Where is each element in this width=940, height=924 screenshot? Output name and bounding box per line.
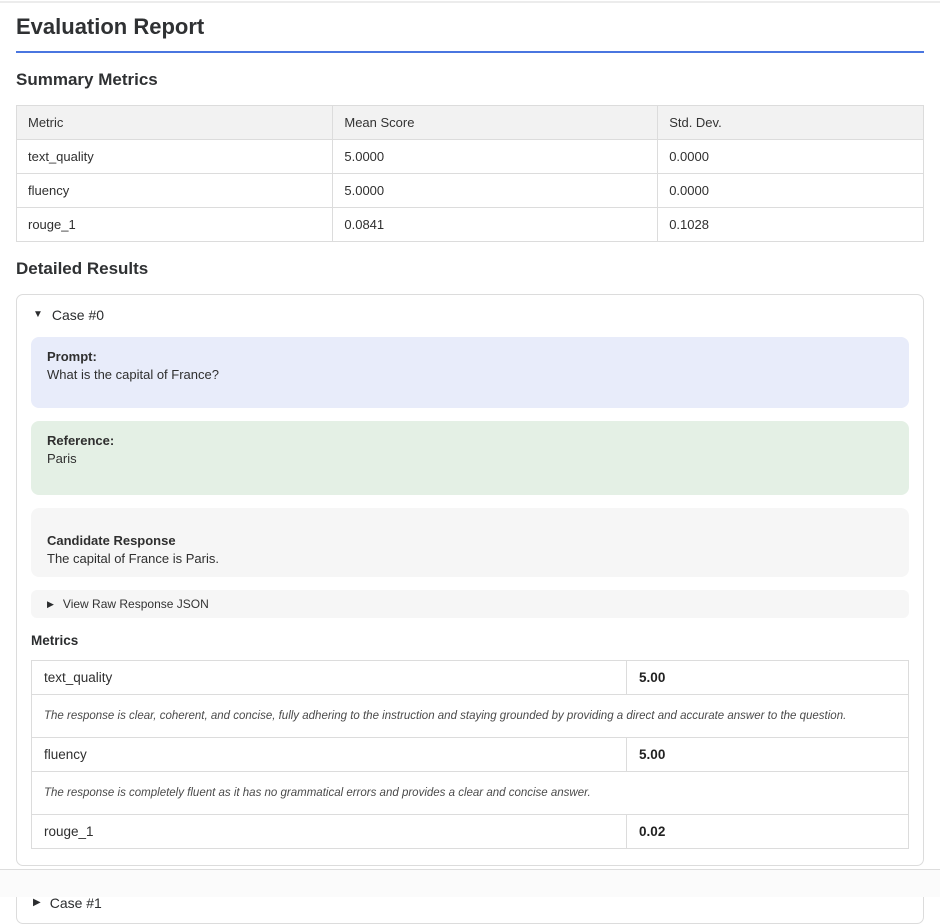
page-end-strip — [0, 869, 940, 897]
summary-metric-name: fluency — [17, 174, 333, 208]
chevron-down-icon: ▼ — [33, 310, 43, 320]
summary-metric-name: text_quality — [17, 140, 333, 174]
summary-header-mean-score: Mean Score — [333, 106, 658, 140]
case-0-label: Case #0 — [52, 307, 104, 323]
summary-metric-name: rouge_1 — [17, 208, 333, 242]
case-metrics-table: text_quality 5.00 The response is clear,… — [31, 660, 909, 849]
case-1-label: Case #1 — [50, 895, 102, 911]
summary-std-dev: 0.0000 — [658, 174, 924, 208]
metric-name: fluency — [32, 738, 627, 772]
case-card-0: ▼ Case #0 Prompt: What is the capital of… — [16, 294, 924, 866]
report-page: Evaluation Report Summary Metrics Metric… — [0, 14, 940, 924]
case-metrics-heading: Metrics — [31, 633, 909, 648]
reference-label: Reference: — [47, 432, 893, 450]
detailed-results-heading: Detailed Results — [16, 259, 924, 279]
table-row: fluency 5.0000 0.0000 — [17, 174, 924, 208]
page-top-divider — [0, 1, 940, 3]
candidate-response-text: The capital of France is Paris. — [47, 550, 893, 568]
case-0-toggle[interactable]: ▼ Case #0 — [17, 295, 923, 335]
table-row: The response is completely fluent as it … — [32, 772, 909, 815]
chevron-right-icon: ▶ — [47, 600, 54, 609]
prompt-label: Prompt: — [47, 348, 893, 366]
summary-mean-score: 5.0000 — [333, 140, 658, 174]
summary-std-dev: 0.1028 — [658, 208, 924, 242]
metric-score: 5.00 — [627, 738, 909, 772]
summary-std-dev: 0.0000 — [658, 140, 924, 174]
table-row: text_quality 5.0000 0.0000 — [17, 140, 924, 174]
metric-name: text_quality — [32, 661, 627, 695]
table-row: rouge_1 0.02 — [32, 815, 909, 849]
candidate-response-label: Candidate Response — [47, 532, 893, 550]
view-raw-response-json-label: View Raw Response JSON — [63, 597, 209, 611]
summary-mean-score: 0.0841 — [333, 208, 658, 242]
metric-score: 5.00 — [627, 661, 909, 695]
summary-header-std-dev: Std. Dev. — [658, 106, 924, 140]
summary-mean-score: 5.0000 — [333, 174, 658, 208]
table-row: fluency 5.00 — [32, 738, 909, 772]
prompt-box: Prompt: What is the capital of France? — [31, 337, 909, 408]
metric-explanation: The response is clear, coherent, and con… — [32, 695, 909, 738]
metric-score: 0.02 — [627, 815, 909, 849]
summary-metrics-heading: Summary Metrics — [16, 70, 924, 90]
table-row: text_quality 5.00 — [32, 661, 909, 695]
reference-text: Paris — [47, 450, 893, 468]
case-0-body: Prompt: What is the capital of France? R… — [17, 335, 923, 865]
candidate-response-box: Candidate Response The capital of France… — [31, 508, 909, 577]
prompt-text: What is the capital of France? — [47, 366, 893, 384]
summary-table-header-row: Metric Mean Score Std. Dev. — [17, 106, 924, 140]
metric-explanation: The response is completely fluent as it … — [32, 772, 909, 815]
summary-header-metric: Metric — [17, 106, 333, 140]
table-row: rouge_1 0.0841 0.1028 — [17, 208, 924, 242]
table-row: The response is clear, coherent, and con… — [32, 695, 909, 738]
chevron-right-icon: ▶ — [33, 898, 41, 908]
page-title: Evaluation Report — [16, 14, 924, 53]
summary-metrics-table: Metric Mean Score Std. Dev. text_quality… — [16, 105, 924, 242]
metric-name: rouge_1 — [32, 815, 627, 849]
view-raw-response-json-toggle[interactable]: ▶ View Raw Response JSON — [31, 590, 909, 618]
reference-box: Reference: Paris — [31, 421, 909, 495]
